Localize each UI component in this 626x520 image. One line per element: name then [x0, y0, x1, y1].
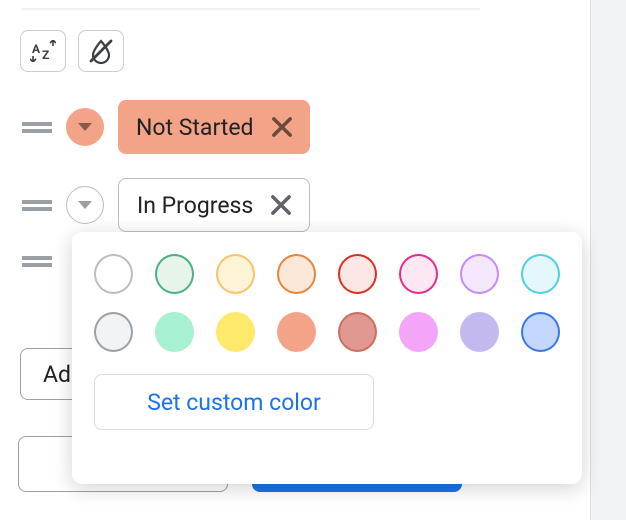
toolbar: A Z: [20, 30, 124, 72]
row-color-button[interactable]: [66, 186, 104, 224]
swatch-light-orange[interactable]: [277, 254, 316, 294]
swatch-row: [94, 254, 560, 294]
svg-text:A: A: [32, 42, 41, 56]
divider: [22, 8, 480, 10]
swatch-gray[interactable]: [94, 312, 133, 352]
status-label: In Progress: [137, 192, 253, 219]
swatch-light-green[interactable]: [155, 254, 194, 294]
close-icon: [268, 113, 296, 141]
swatch-peach[interactable]: [277, 312, 316, 352]
color-picker-popover: Set custom color: [72, 232, 582, 484]
status-chip[interactable]: Not Started: [118, 100, 310, 154]
drag-handle[interactable]: [22, 256, 52, 267]
close-icon: [267, 191, 295, 219]
drag-handle[interactable]: [22, 122, 52, 133]
svg-text:Z: Z: [42, 48, 49, 62]
swatch-magenta[interactable]: [399, 312, 438, 352]
no-color-icon: [88, 38, 114, 64]
swatch-grid: [94, 254, 560, 352]
right-gutter: [590, 0, 626, 520]
drag-handle[interactable]: [22, 200, 52, 211]
status-row: Not Started: [22, 100, 310, 154]
swatch-light-red[interactable]: [338, 254, 377, 294]
chevron-down-icon: [78, 123, 92, 131]
swatch-light-purple[interactable]: [460, 254, 499, 294]
chevron-down-icon: [78, 201, 92, 209]
remove-chip-button[interactable]: [268, 113, 296, 141]
status-row: [22, 256, 52, 267]
set-custom-color-label: Set custom color: [147, 389, 321, 416]
swatch-lavender[interactable]: [460, 312, 499, 352]
sort-az-icon: A Z: [30, 40, 56, 62]
swatch-light-cyan[interactable]: [521, 254, 560, 294]
swatch-white[interactable]: [94, 254, 133, 294]
swatch-yellow[interactable]: [216, 312, 255, 352]
set-custom-color-button[interactable]: Set custom color: [94, 374, 374, 430]
status-row: In Progress: [22, 178, 310, 232]
swatch-mint[interactable]: [155, 312, 194, 352]
sort-az-button[interactable]: A Z: [20, 30, 66, 72]
editor-content: A Z Not Started: [0, 0, 590, 520]
swatch-light-yellow[interactable]: [216, 254, 255, 294]
row-color-button[interactable]: [66, 108, 104, 146]
swatch-row: [94, 312, 560, 352]
swatch-blue[interactable]: [521, 312, 560, 352]
swatch-salmon[interactable]: [338, 312, 377, 352]
status-label: Not Started: [136, 114, 254, 141]
no-color-button[interactable]: [78, 30, 124, 72]
swatch-light-pink[interactable]: [399, 254, 438, 294]
status-chip[interactable]: In Progress: [118, 178, 310, 232]
remove-chip-button[interactable]: [267, 191, 295, 219]
